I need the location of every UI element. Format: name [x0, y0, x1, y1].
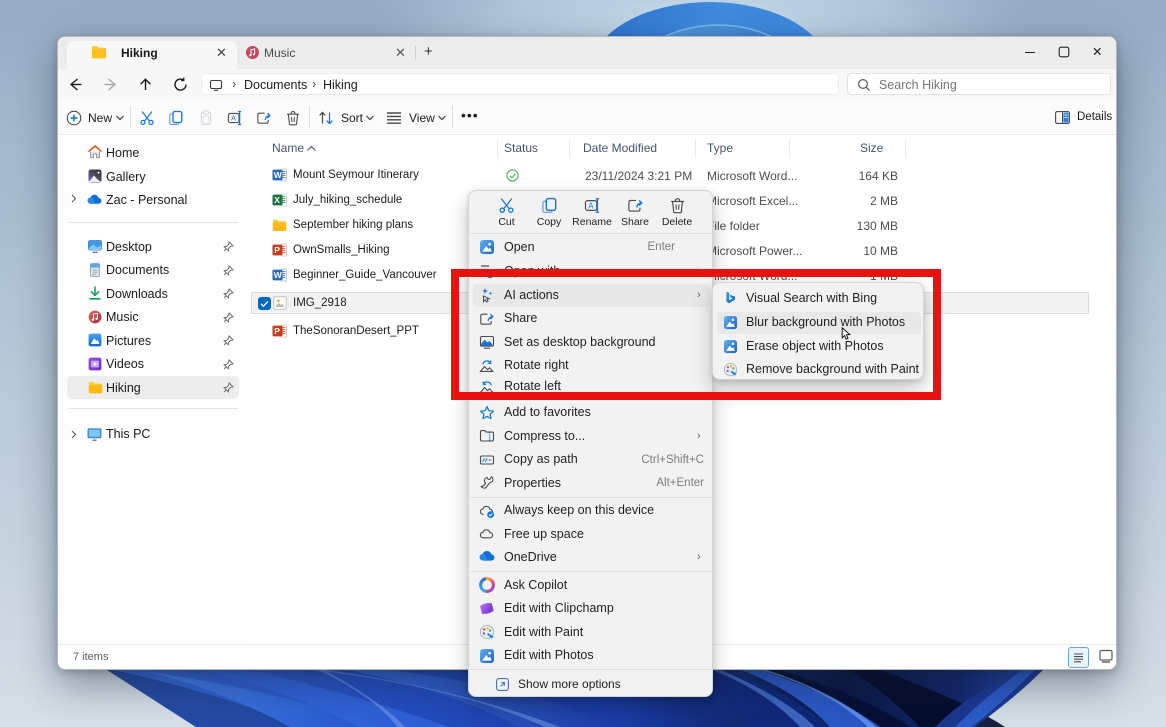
svg-text:P: P — [274, 245, 280, 255]
svg-text:W: W — [274, 170, 283, 180]
svg-text:A: A — [588, 201, 594, 210]
svg-text:P: P — [274, 326, 280, 336]
svg-text:A: A — [231, 114, 236, 123]
svg-text:W: W — [274, 270, 283, 280]
svg-text:X: X — [274, 195, 280, 205]
